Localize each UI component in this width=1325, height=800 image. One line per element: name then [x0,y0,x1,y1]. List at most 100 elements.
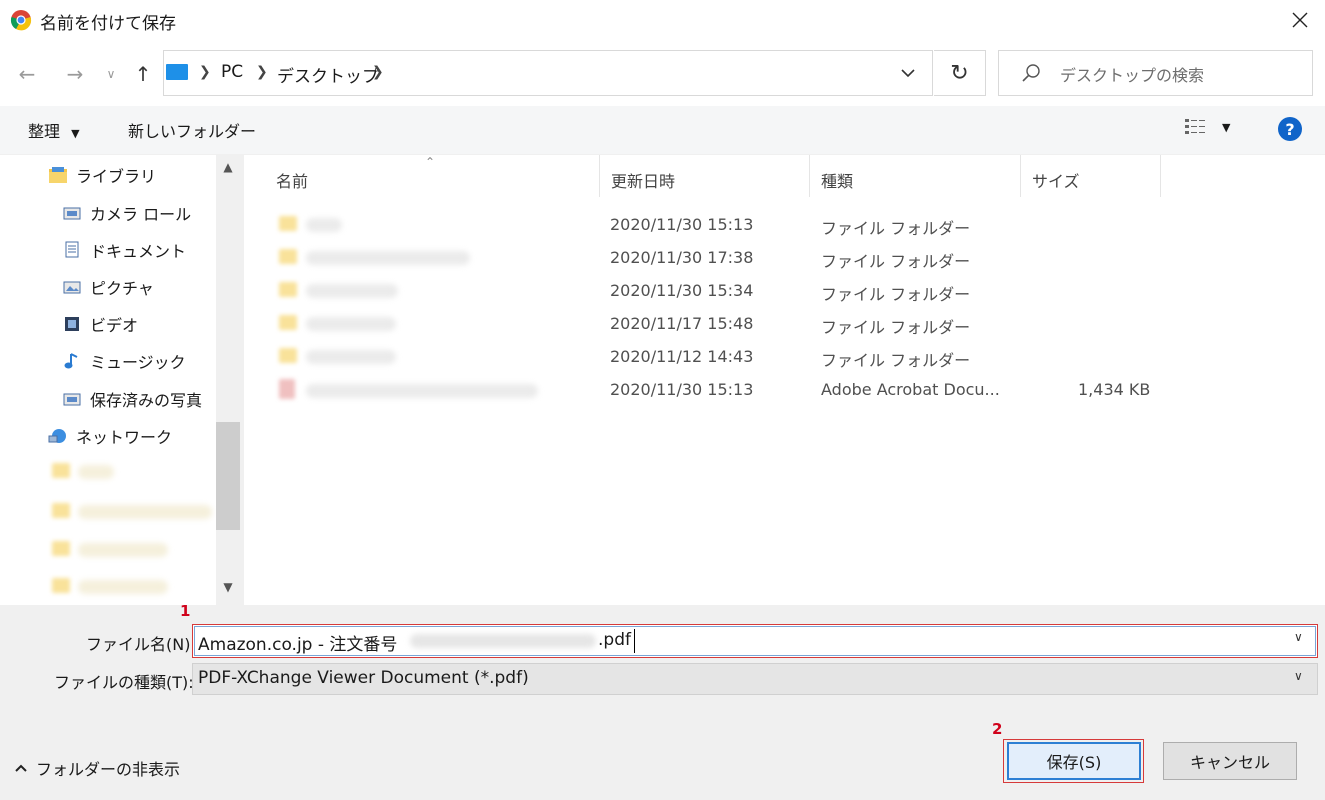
help-icon[interactable]: ? [1278,117,1302,141]
nav-scrollbar[interactable] [216,155,240,605]
network-icon [48,429,66,443]
filetype-value: PDF-XChange Viewer Document (*.pdf) [198,668,529,688]
file-type: ファイル フォルダー [821,318,971,337]
back-button[interactable]: ← [12,59,42,89]
chrome-icon [10,10,32,31]
file-list [244,155,1325,605]
library-icon [49,167,67,183]
scrollbar-thumb[interactable] [216,422,240,530]
new-folder-button[interactable]: 新しいフォルダー [128,118,256,142]
recent-locations-button[interactable]: ∨ [100,59,122,89]
chevron-up-icon [15,764,27,772]
folder-icon [52,578,70,593]
scroll-down-icon[interactable]: ▼ [218,580,238,602]
folder-icon [52,541,70,556]
text-caret [634,629,635,653]
file-type: Adobe Acrobat Docu... [821,380,1000,399]
arrow-right-icon: → [66,62,84,86]
filename-prefix: Amazon.co.jp - 注文番号 [198,635,398,655]
file-date: 2020/11/30 17:38 [610,248,754,267]
file-type: ファイル フォルダー [821,252,971,271]
chevron-down-icon[interactable]: ∨ [1294,669,1303,683]
file-name-blurred[interactable] [306,317,396,331]
cancel-button[interactable]: キャンセル [1163,742,1297,780]
folder-icon [279,315,297,330]
hide-folders-button[interactable]: フォルダーの非表示 [14,756,180,780]
organize-button[interactable]: 整理 ▼ [28,118,80,142]
pc-icon [166,64,188,80]
nav-item-videos[interactable]: ビデオ [62,312,138,336]
file-name-blurred[interactable] [306,350,396,364]
file-size: 1,434 KB [1078,380,1151,399]
sort-ascending-icon: ⌃ [425,155,436,169]
refresh-icon: ↻ [950,60,969,86]
filename-blurred-order-number [410,634,596,648]
address-dropdown-button[interactable] [895,56,921,90]
window-title: 名前を付けて保存 [40,14,176,34]
annotation-marker-2: 2 [992,720,1003,738]
breadcrumb-pc[interactable]: PC [221,62,243,82]
filename-suffix: .pdf [598,630,631,650]
file-date: 2020/11/12 14:43 [610,347,754,366]
camera-roll-icon [63,207,81,220]
breadcrumb-separator-icon[interactable]: ❯ [256,64,268,80]
file-type: ファイル フォルダー [821,351,971,370]
file-name-blurred[interactable] [306,384,538,398]
nav-item-library[interactable]: ライブラリ [48,163,156,187]
folder-icon [279,348,297,363]
nav-item-network[interactable]: ネットワーク [48,424,172,448]
column-header-name[interactable]: 名前 [276,168,308,192]
scroll-up-icon[interactable]: ▲ [218,160,238,182]
forward-button[interactable]: → [60,59,90,89]
folder-icon [52,463,70,478]
nav-item-blurred[interactable] [78,465,114,479]
organize-label: 整理 [28,122,61,141]
filetype-label: ファイルの種類(T): [54,673,194,692]
arrow-up-icon: ↑ [134,62,152,86]
column-divider [1160,155,1161,197]
file-name-blurred[interactable] [306,251,470,265]
file-type: ファイル フォルダー [821,285,971,304]
nav-item-music[interactable]: ミュージック [62,349,186,373]
file-name-blurred[interactable] [306,218,342,232]
close-icon [1292,12,1308,28]
column-header-date[interactable]: 更新日時 [611,168,675,192]
close-button[interactable] [1286,6,1314,34]
folder-icon [52,503,70,518]
chevron-down-icon[interactable]: ∨ [1294,630,1303,644]
column-divider [1020,155,1021,197]
music-icon [64,353,78,369]
filename-label: ファイル名(N): [86,635,196,654]
column-divider [599,155,600,197]
refresh-button[interactable]: ↻ [934,50,986,96]
pdf-file-icon [279,379,295,399]
search-placeholder: デスクトップの検索 [1060,66,1205,85]
video-icon [65,317,79,331]
file-date: 2020/11/30 15:13 [610,215,754,234]
chevron-down-icon [901,69,915,78]
up-button[interactable]: ↑ [128,59,158,89]
nav-item-blurred[interactable] [78,580,168,594]
folder-icon [279,216,297,231]
column-header-type[interactable]: 種類 [821,168,853,192]
nav-item-pictures[interactable]: ピクチャ [62,275,154,299]
nav-item-camera-roll[interactable]: カメラ ロール [62,201,191,225]
file-type: ファイル フォルダー [821,219,971,238]
picture-icon [63,281,81,294]
column-divider [809,155,810,197]
breadcrumb-separator-icon[interactable]: ❯ [372,64,384,80]
nav-item-blurred[interactable] [78,543,168,557]
file-date: 2020/11/30 15:34 [610,281,754,300]
breadcrumb-desktop[interactable]: デスクトップ [277,62,379,87]
nav-item-saved-photos[interactable]: 保存済みの写真 [62,387,202,411]
column-header-size[interactable]: サイズ [1032,168,1080,192]
view-dropdown-icon[interactable]: ▼ [1222,121,1230,134]
breadcrumb-separator-icon[interactable]: ❯ [199,64,211,80]
nav-item-documents[interactable]: ドキュメント [62,238,186,262]
chevron-down-icon: ∨ [106,67,116,81]
file-name-blurred[interactable] [306,284,398,298]
annotation-marker-1: 1 [180,602,191,620]
nav-item-blurred[interactable] [78,505,212,519]
save-button[interactable]: 保存(S) [1007,742,1141,780]
view-options-icon[interactable] [1184,117,1208,139]
